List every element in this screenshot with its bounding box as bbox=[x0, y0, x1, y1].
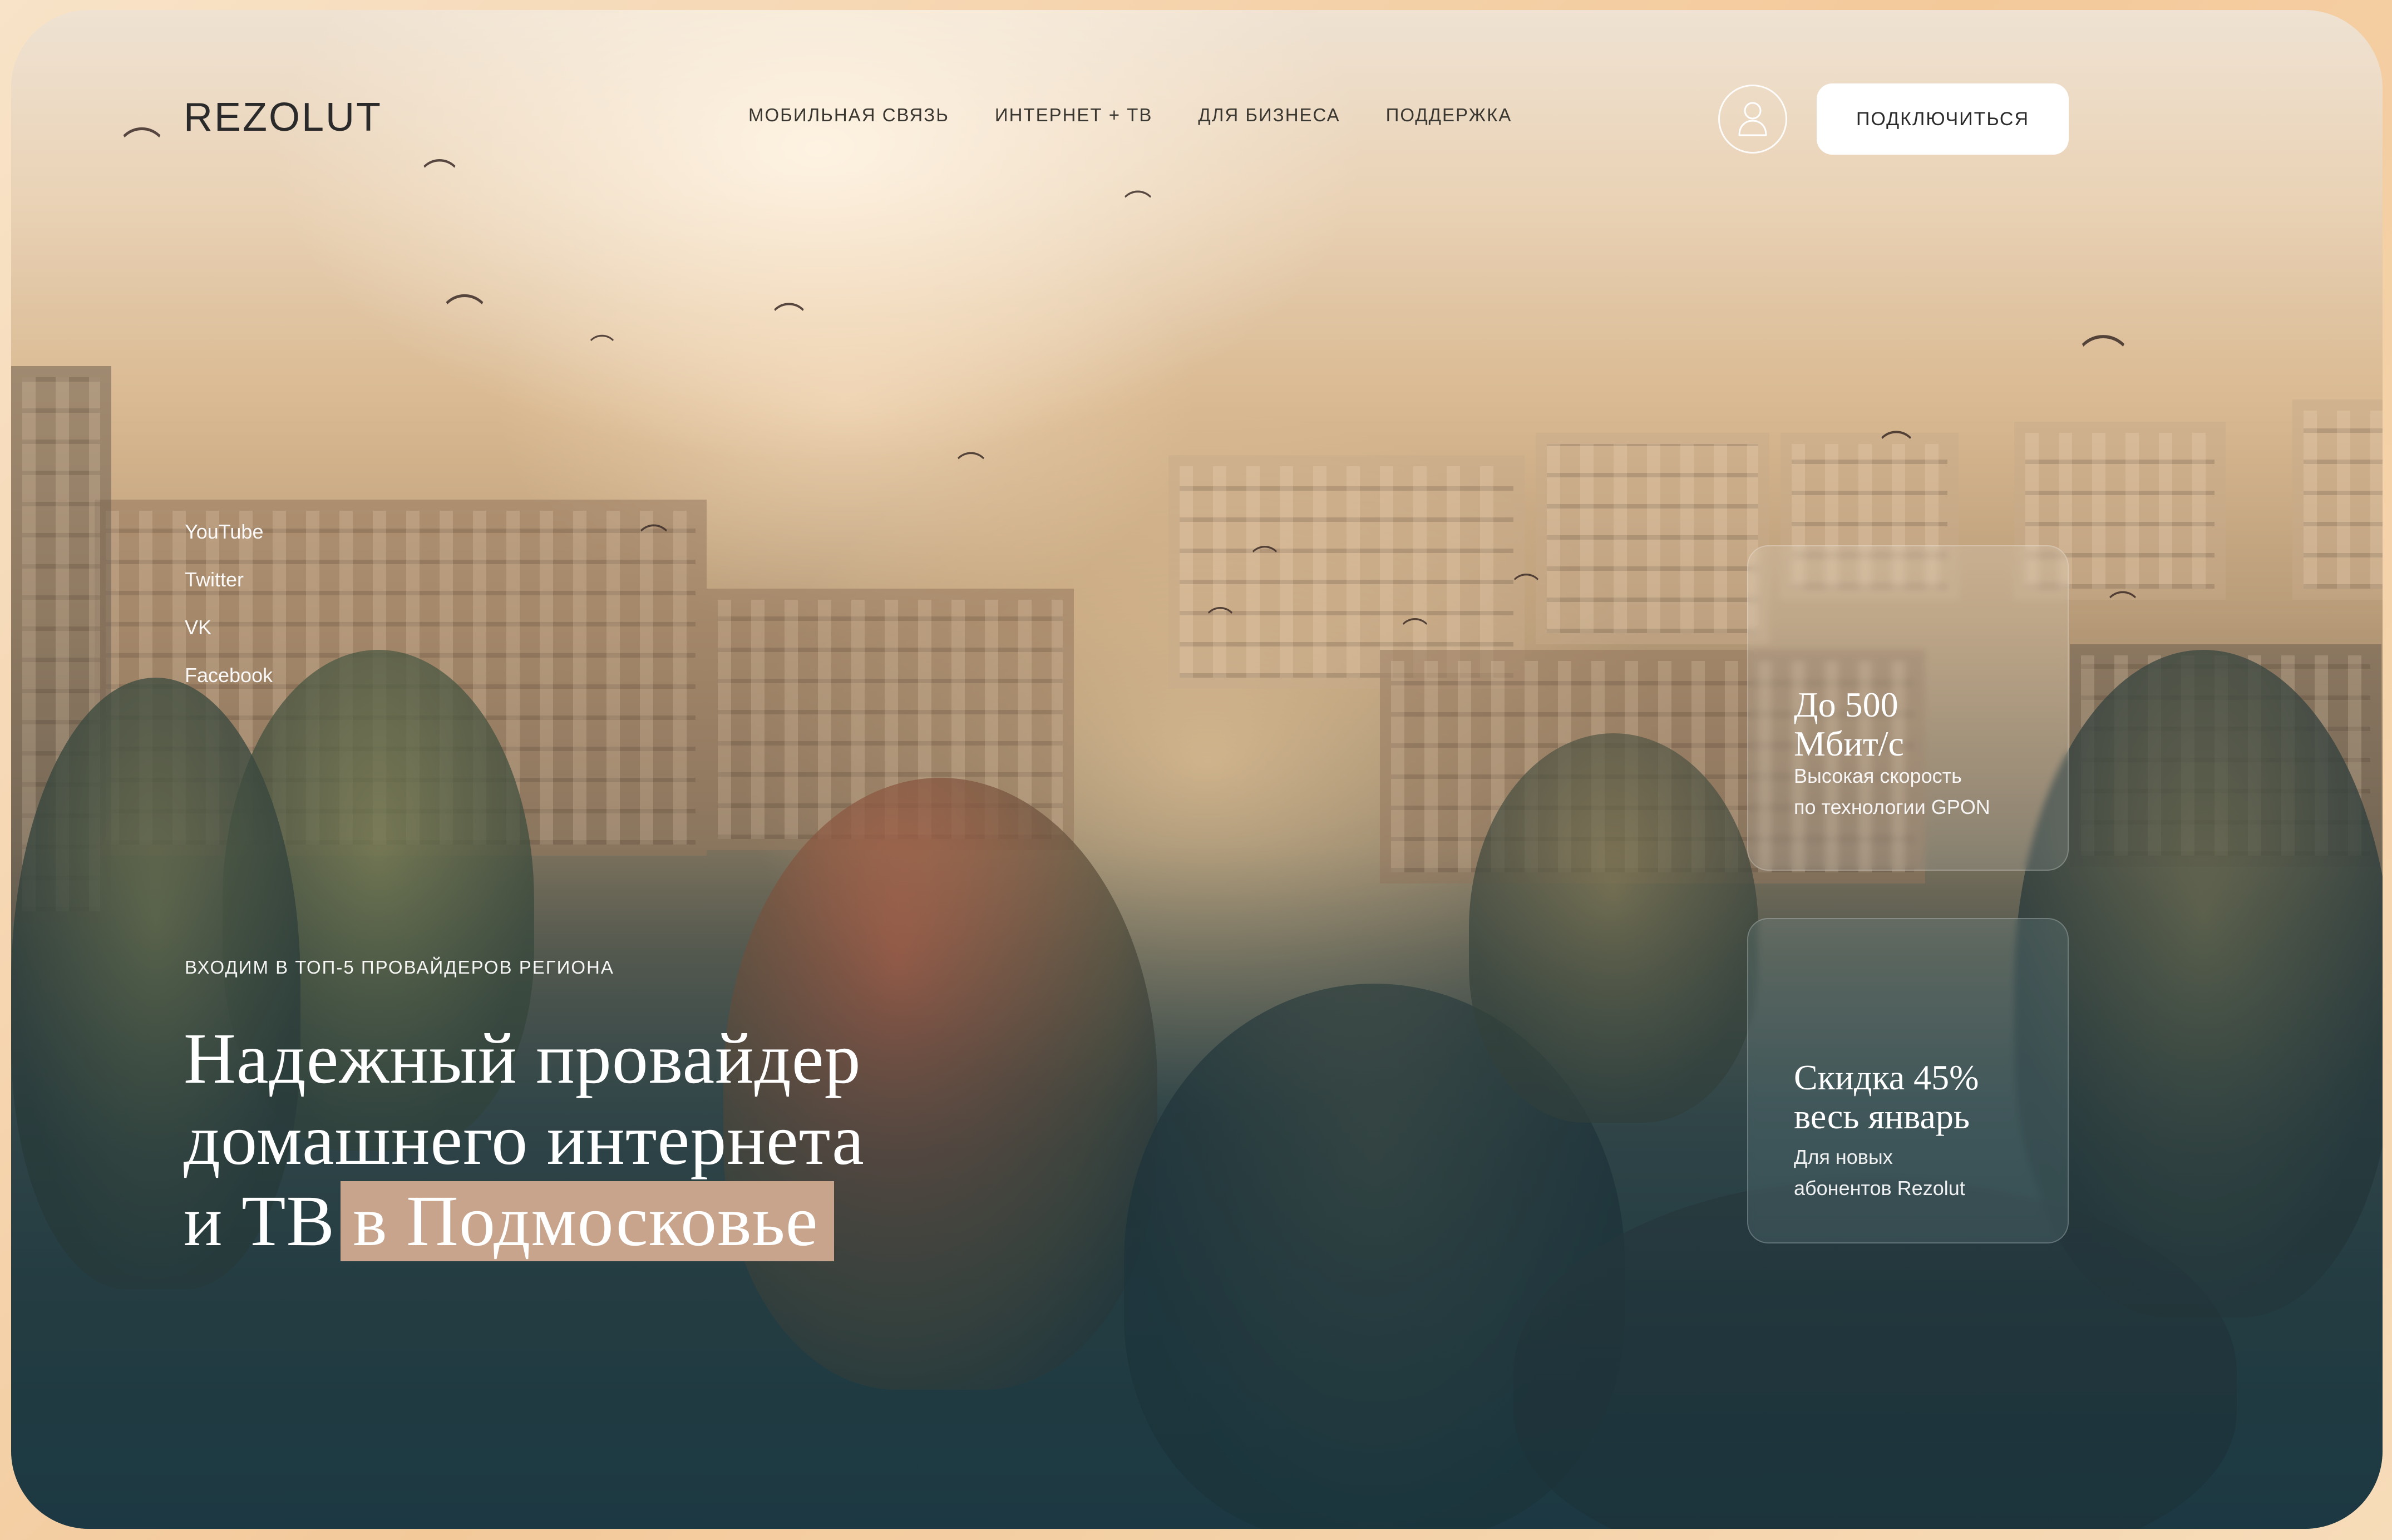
card-desc-line: Для новых bbox=[1794, 1146, 1893, 1168]
social-link-facebook[interactable]: Facebook bbox=[185, 665, 273, 685]
feature-card-speed[interactable]: До 500 Мбит/с Высокая скорость по технол… bbox=[1747, 545, 2069, 871]
card-title: До 500 Мбит/с bbox=[1794, 685, 1904, 763]
card-title: Скидка 45% весь январь bbox=[1794, 1058, 1979, 1136]
social-links: YouTube Twitter VK Facebook bbox=[185, 522, 273, 685]
headline-highlight: в Подмосковье bbox=[341, 1181, 834, 1261]
card-desc-line: абонентов Rezolut bbox=[1794, 1177, 1965, 1200]
card-title-line: Мбит/с bbox=[1794, 724, 1904, 763]
nav-item-support[interactable]: ПОДДЕРЖКА bbox=[1386, 105, 1512, 126]
bird-icon: ⌒ bbox=[1402, 616, 1428, 646]
card-title-line: весь январь bbox=[1794, 1097, 1970, 1136]
main-nav: МОБИЛЬНАЯ СВЯЗЬ ИНТЕРНЕТ + ТВ ДЛЯ БИЗНЕС… bbox=[748, 105, 1512, 126]
bird-icon: ⌒ bbox=[1513, 571, 1539, 601]
bird-icon: ⌒ bbox=[423, 157, 456, 196]
nav-item-business[interactable]: ДЛЯ БИЗНЕСА bbox=[1198, 105, 1340, 126]
feature-card-discount[interactable]: Скидка 45% весь январь Для новых абонент… bbox=[1747, 918, 2069, 1243]
card-desc-line: Высокая скорость bbox=[1794, 764, 1962, 787]
connect-button[interactable]: ПОДКЛЮЧИТЬСЯ bbox=[1817, 83, 2069, 155]
hero-headline: Надежный провайдер домашнего интернета и… bbox=[184, 1018, 865, 1262]
bird-icon: ⌒ bbox=[1881, 429, 1912, 465]
profile-button[interactable] bbox=[1718, 85, 1787, 154]
headline-line: домашнего интернета bbox=[184, 1100, 865, 1180]
social-link-vk[interactable]: VK bbox=[185, 618, 273, 638]
headline-text: и ТВ bbox=[184, 1181, 336, 1261]
headline-line: Надежный провайдер bbox=[184, 1019, 861, 1099]
headline-line: и ТВ в Подмосковье bbox=[184, 1181, 865, 1262]
bird-icon: ⌒ bbox=[445, 291, 484, 337]
user-icon bbox=[1738, 102, 1767, 136]
card-desc-line: по технологии GPON bbox=[1794, 796, 1990, 818]
card-title-line: До 500 bbox=[1794, 685, 1898, 724]
bird-icon: ⌒ bbox=[590, 333, 614, 362]
bird-icon: ⌒ bbox=[2109, 589, 2137, 621]
card-description: Для новых абонентов Rezolut bbox=[1794, 1142, 1965, 1204]
logo[interactable]: REZOLUT bbox=[184, 95, 382, 140]
nav-item-mobile[interactable]: МОБИЛЬНАЯ СВЯЗЬ bbox=[748, 105, 949, 126]
hero-eyebrow: ВХОДИМ В ТОП-5 ПРОВАЙДЕРОВ РЕГИОНА bbox=[185, 957, 614, 978]
bird-icon: ⌒ bbox=[1207, 605, 1233, 635]
bird-icon: ⌒ bbox=[122, 124, 161, 170]
bird-icon: ⌒ bbox=[640, 522, 668, 555]
bird-icon: ⌒ bbox=[2081, 332, 2125, 383]
card-title-line: Скидка 45% bbox=[1794, 1058, 1979, 1097]
bird-icon: ⌒ bbox=[1252, 544, 1278, 574]
bird-icon: ⌒ bbox=[1124, 189, 1152, 221]
bird-icon: ⌒ bbox=[957, 450, 985, 482]
card-description: Высокая скорость по технологии GPON bbox=[1794, 761, 1990, 823]
social-link-twitter[interactable]: Twitter bbox=[185, 570, 273, 590]
social-link-youtube[interactable]: YouTube bbox=[185, 522, 273, 542]
nav-item-internet-tv[interactable]: ИНТЕРНЕТ + ТВ bbox=[995, 105, 1153, 126]
bird-icon: ⌒ bbox=[773, 301, 805, 337]
